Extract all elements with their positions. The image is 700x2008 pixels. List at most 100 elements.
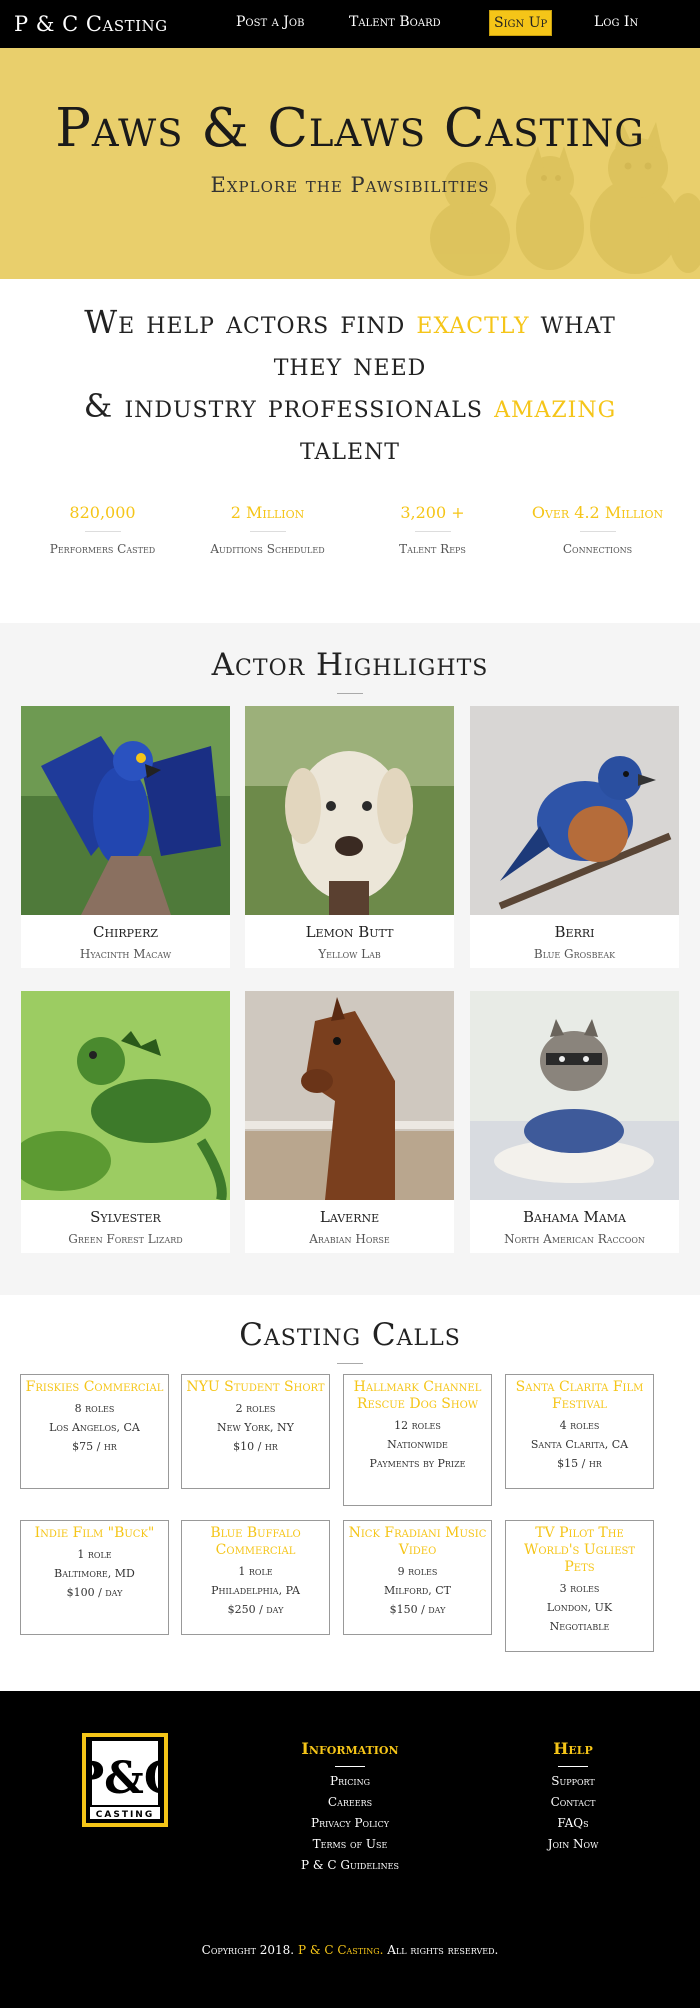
stat-value: Over 4.2 Million [531, 503, 664, 522]
actor-name: Lemon Butt [305, 923, 394, 941]
lizard-photo [21, 991, 230, 1200]
casting-call-roles: 8 roles [74, 1402, 115, 1415]
casting-call-card[interactable]: Hallmark Channel Rescue Dog Show 12 role… [343, 1374, 492, 1506]
casting-call-location: Nationwide [387, 1438, 448, 1451]
copyright-prefix: Copyright 2018. [201, 1943, 298, 1957]
actor-card[interactable]: Chirperz Hyacinth Macaw [21, 706, 230, 968]
actor-card[interactable]: Bahama Mama North American Raccoon [470, 991, 679, 1253]
footer-divider [335, 1766, 365, 1767]
casting-call-card[interactable]: Indie Film "Buck" 1 role Baltimore, MD $… [20, 1520, 169, 1635]
casting-call-location: Baltimore, MD [54, 1567, 135, 1580]
horse-photo [245, 991, 454, 1200]
title-divider [337, 1363, 363, 1364]
casting-calls-title: Casting Calls [239, 1317, 461, 1353]
site-footer: P&C CASTING Information Pricing Careers … [0, 1691, 700, 2008]
casting-grid: Friskies Commercial 8 roles Los Angelos,… [0, 1374, 700, 1674]
casting-call-pay: $75 / hr [72, 1440, 117, 1453]
stat-divider [579, 531, 616, 532]
yellow-lab-photo [245, 706, 454, 915]
stat-performers: 820,000 Performers Casted [28, 503, 178, 556]
copyright-notice: Copyright 2018. P & C Casting. All right… [0, 1943, 700, 1957]
casting-call-card[interactable]: TV Pilot The World's Ugliest Pets 3 role… [505, 1520, 654, 1652]
actor-card[interactable]: Berri Blue Grosbeak [470, 706, 679, 968]
actor-card[interactable]: Lemon Butt Yellow Lab [245, 706, 454, 968]
casting-call-roles: 1 role [77, 1548, 112, 1561]
footer-link-faqs[interactable]: FAQs [518, 1816, 628, 1830]
nav-post-a-job[interactable]: Post a Job [236, 14, 304, 30]
title-divider [337, 693, 363, 694]
footer-link-support[interactable]: Support [518, 1774, 628, 1788]
actor-highlights-section: Actor Highlights Chirperz Hyacinth Macaw [0, 623, 700, 1295]
footer-link-contact[interactable]: Contact [518, 1795, 628, 1809]
casting-call-pay: $15 / hr [557, 1457, 602, 1470]
logo-mark: P&C CASTING [86, 1737, 164, 1823]
casting-calls-section: Casting Calls Friskies Commercial 8 role… [0, 1295, 700, 1691]
casting-call-title: Blue Buffalo Commercial [210, 1525, 301, 1558]
headline-accent-exactly: exactly [416, 303, 530, 341]
copyright-suffix: All rights reserved. [383, 1943, 499, 1957]
headline-part: We help actors find [84, 303, 417, 341]
stat-divider [414, 531, 451, 532]
sign-up-button[interactable]: Sign Up [489, 10, 553, 36]
stat-connections: Over 4.2 Million Connections [523, 503, 673, 556]
casting-call-title: Hallmark Channel Rescue Dog Show [353, 1379, 482, 1412]
casting-call-roles: 1 role [238, 1565, 273, 1578]
casting-call-card[interactable]: Blue Buffalo Commercial 1 role Philadelp… [181, 1520, 330, 1635]
casting-call-roles: 4 roles [559, 1419, 600, 1432]
logo-graphic: P&C CASTING [86, 1737, 164, 1823]
casting-call-card[interactable]: Santa Clarita Film Festival 4 roles Sant… [505, 1374, 654, 1489]
footer-link-careers[interactable]: Careers [280, 1795, 420, 1809]
nav-log-in[interactable]: Log In [594, 14, 638, 30]
casting-call-title: Friskies Commercial [25, 1379, 164, 1395]
casting-call-location: London, UK [546, 1601, 613, 1614]
value-proposition: We help actors find exactly what they ne… [0, 279, 700, 623]
stat-talent-reps: 3,200 + Talent Reps [358, 503, 508, 556]
casting-call-location: Santa Clarita, CA [530, 1438, 629, 1451]
stat-value: 3,200 + [400, 503, 465, 522]
casting-call-title: TV Pilot The World's Ugliest Pets [523, 1525, 636, 1575]
casting-call-card[interactable]: NYU Student Short 2 roles New York, NY $… [181, 1374, 330, 1489]
casting-call-location: New York, NY [217, 1421, 294, 1434]
stat-label: Connections [562, 542, 633, 556]
headline-accent-amazing: amazing [494, 387, 617, 425]
pc-casting-logo[interactable]: P&C CASTING [82, 1733, 168, 1827]
nav-links: Post a Job Talent Board Sign Up Log In [0, 0, 700, 48]
casting-call-pay: $100 / day [66, 1586, 123, 1599]
actor-card[interactable]: Laverne Arabian Horse [245, 991, 454, 1253]
actor-name: Bahama Mama [523, 1208, 626, 1226]
actor-highlights-title: Actor Highlights [211, 647, 489, 683]
footer-link-terms[interactable]: Terms of Use [280, 1837, 420, 1851]
hero-subtitle: Explore the Pawsibilities [210, 173, 490, 197]
actor-breed: Hyacinth Macaw [79, 947, 172, 961]
footer-link-privacy[interactable]: Privacy Policy [280, 1816, 420, 1830]
footer-link-pricing[interactable]: Pricing [280, 1774, 420, 1788]
logo-letters: P&C [86, 1753, 164, 1804]
headline-part: talent [300, 429, 400, 467]
footer-link-guidelines[interactable]: P & C Guidelines [280, 1858, 420, 1872]
macaw-photo [21, 706, 230, 915]
headline-part: they need [273, 345, 427, 383]
actor-card[interactable]: Sylvester Green Forest Lizard [21, 991, 230, 1253]
nav-talent-board[interactable]: Talent Board [349, 14, 441, 30]
casting-call-pay: $250 / day [227, 1603, 284, 1616]
actor-breed: Green Forest Lizard [68, 1232, 183, 1246]
casting-call-pay: Negotiable [549, 1620, 610, 1633]
footer-divider [558, 1766, 588, 1767]
casting-call-card[interactable]: Friskies Commercial 8 roles Los Angelos,… [20, 1374, 169, 1489]
casting-call-roles: 2 roles [235, 1402, 276, 1415]
footer-help-heading: Help [553, 1739, 593, 1758]
raccoon-photo [470, 991, 679, 1200]
top-navbar: P & C Casting Post a Job Talent Board Si… [0, 0, 700, 48]
casting-call-roles: 3 roles [559, 1582, 600, 1595]
stat-label: Performers Casted [49, 542, 156, 556]
logo-sub: CASTING [96, 1810, 154, 1820]
actor-breed: Arabian Horse [309, 1232, 390, 1246]
footer-help-column: Help Support Contact FAQs Join Now [518, 1739, 628, 1851]
actor-name: Chirperz [92, 923, 159, 941]
footer-link-join-now[interactable]: Join Now [518, 1837, 628, 1851]
casting-call-location: Milford, CT [383, 1584, 452, 1597]
casting-call-card[interactable]: Nick Fradiani Music Video 9 roles Milfor… [343, 1520, 492, 1635]
stat-value: 2 Million [230, 503, 305, 522]
casting-call-roles: 9 roles [397, 1565, 438, 1578]
casting-call-title: Indie Film "Buck" [34, 1525, 155, 1541]
